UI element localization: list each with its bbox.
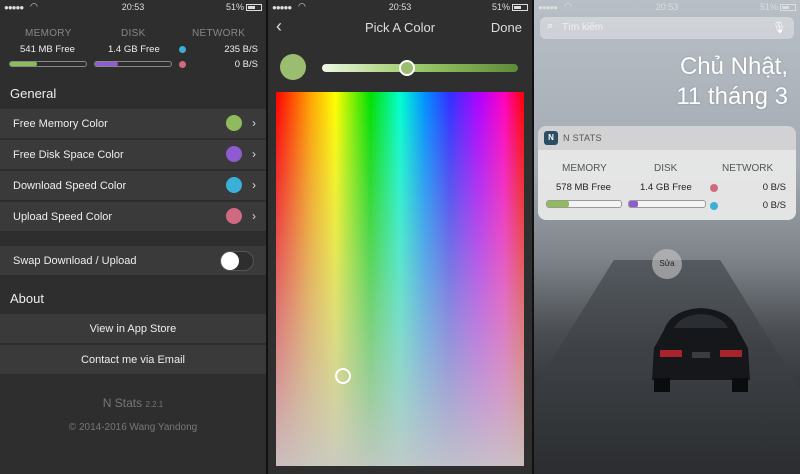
status-bar: ●●●●● ◠ 20:53 51% [0, 0, 266, 14]
download-speed-color-row[interactable]: Download Speed Color › [0, 171, 266, 201]
row-label: Free Disk Space Color [13, 149, 124, 161]
memory-bar-fill [547, 201, 570, 207]
date-weekday: Chủ Nhật, [679, 53, 788, 80]
disk-header: DISK [121, 28, 146, 39]
memory-value: 578 MB Free [556, 182, 611, 193]
widget-header: N N STATS [538, 126, 796, 150]
color-swatch [226, 208, 242, 224]
download-speed: 235 B/S [224, 44, 258, 55]
memory-value: 541 MB Free [20, 44, 75, 55]
color-picker-screen: ●●●●● ◠ 20:53 51% ‹ Pick A Color Done [268, 0, 532, 474]
row-label: Upload Speed Color [13, 211, 113, 223]
swap-toggle[interactable] [220, 251, 254, 271]
today-widget-screen: ●●●●● ◠ 20:53 51% ⌕ Tìm kiếm 🎙 Chủ Nhật,… [534, 0, 800, 474]
search-icon: ⌕ [547, 20, 554, 32]
app-icon: N [544, 131, 558, 145]
memory-bar [546, 200, 622, 208]
network-header: NETWORK [722, 163, 774, 174]
swap-label: Swap Download / Upload [13, 255, 137, 267]
microphone-icon[interactable]: 🎙 [772, 21, 786, 34]
memory-header: MEMORY [562, 163, 607, 174]
color-picker-knob[interactable] [335, 368, 351, 384]
chevron-right-icon: › [252, 116, 256, 130]
upload-dot-icon [179, 61, 186, 68]
selected-color-preview [280, 54, 306, 80]
download-dot-icon [710, 184, 718, 192]
row-label: Free Memory Color [13, 118, 108, 130]
upload-dot-icon [710, 202, 718, 210]
chevron-right-icon: › [252, 178, 256, 192]
battery-icon [512, 4, 528, 12]
date-day: 11 tháng 3 [676, 83, 788, 110]
color-swatch [226, 177, 242, 193]
brightness-slider-knob[interactable] [399, 60, 415, 76]
done-button[interactable]: Done [491, 20, 522, 35]
app-version: 2.2.1 [145, 400, 164, 409]
color-swatch [226, 146, 242, 162]
row-label: Download Speed Color [13, 180, 127, 192]
disk-bar [628, 200, 706, 208]
app-name: N Stats [102, 396, 143, 410]
disk-bar-fill [629, 201, 639, 207]
swap-row: Swap Download / Upload [0, 246, 266, 276]
free-memory-color-row[interactable]: Free Memory Color › [0, 109, 266, 139]
chevron-right-icon: › [252, 209, 256, 223]
toggle-knob [221, 252, 239, 270]
battery-indicator: 51% [760, 2, 796, 12]
edit-button[interactable]: Sửa [652, 249, 682, 279]
battery-icon [780, 4, 796, 12]
search-bar[interactable]: ⌕ Tìm kiếm 🎙 [540, 17, 794, 39]
app-name-line: N Stats 2.2.1 [0, 396, 266, 410]
memory-header: MEMORY [25, 28, 72, 39]
battery-indicator: 51% [226, 2, 262, 12]
contact-label: Contact me via Email [81, 354, 185, 366]
battery-percent: 51% [491, 2, 510, 12]
memory-bar-fill [10, 62, 37, 66]
memory-bar [9, 61, 87, 67]
status-bar: ●●●●● ◠ 20:53 51% [268, 0, 532, 14]
upload-speed: 0 B/S [762, 200, 786, 211]
color-swatch [226, 115, 242, 131]
upload-speed: 0 B/S [234, 59, 258, 70]
battery-indicator: 51% [492, 2, 528, 12]
car-image [652, 308, 750, 392]
network-header: NETWORK [192, 28, 246, 39]
disk-header: DISK [654, 163, 678, 174]
widget-title: N STATS [563, 133, 602, 143]
brightness-slider[interactable] [322, 64, 518, 72]
app-store-label: View in App Store [89, 323, 177, 335]
battery-percent: 51% [759, 2, 778, 12]
chevron-right-icon: › [252, 147, 256, 161]
disk-value: 1.4 GB Free [640, 182, 692, 193]
upload-speed-color-row[interactable]: Upload Speed Color › [0, 202, 266, 232]
search-placeholder: Tìm kiếm [562, 22, 604, 33]
disk-bar [94, 61, 172, 67]
battery-icon [246, 4, 262, 12]
about-section-title: About [10, 291, 44, 306]
color-spectrum[interactable] [276, 92, 524, 466]
copyright: © 2014-2016 Wang Yandong [68, 422, 198, 433]
widget-body: MEMORY DISK NETWORK 578 MB Free 1.4 GB F… [538, 150, 796, 220]
nstats-widget[interactable]: N N STATS MEMORY DISK NETWORK 578 MB Fre… [538, 126, 796, 220]
download-speed: 0 B/S [762, 182, 786, 193]
general-section-title: General [10, 86, 57, 101]
app-store-button[interactable]: View in App Store [0, 314, 266, 344]
status-bar: ●●●●● ◠ 20:53 51% [534, 0, 800, 14]
free-disk-color-row[interactable]: Free Disk Space Color › [0, 140, 266, 170]
contact-email-button[interactable]: Contact me via Email [0, 345, 266, 375]
settings-screen: ●●●●● ◠ 20:53 51% MEMORY DISK NETWORK 54… [0, 0, 266, 474]
battery-percent: 51% [225, 2, 244, 12]
disk-bar-fill [95, 62, 118, 66]
saturation-gradient [276, 92, 524, 466]
download-dot-icon [179, 46, 186, 53]
disk-value: 1.4 GB Free [108, 44, 160, 55]
